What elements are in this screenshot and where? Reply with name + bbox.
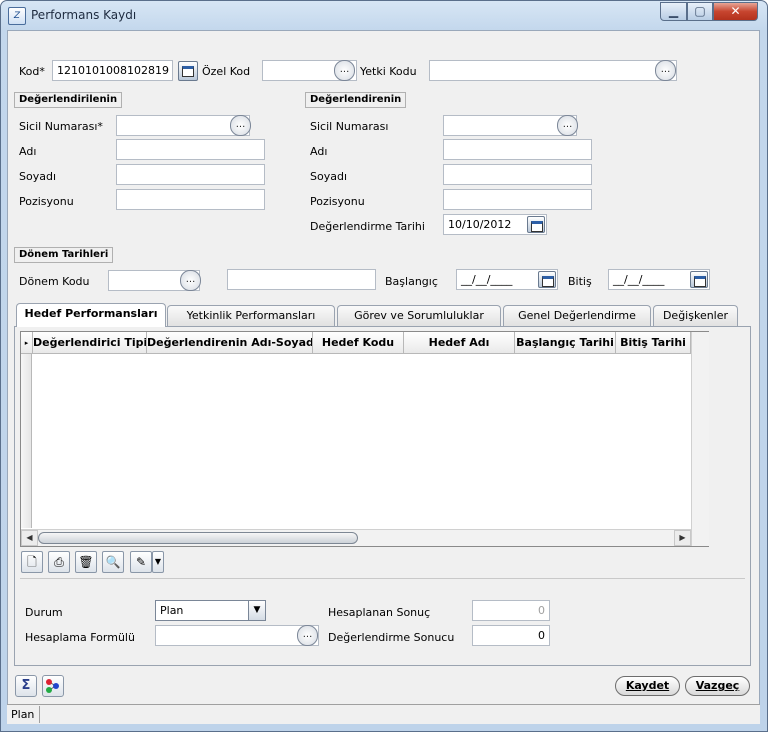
degerlendiren-pozisyon-field[interactable] [443,189,592,210]
yetki-kodu-field[interactable] [429,60,677,81]
degerlendirilen-pozisyon-label: Pozisyonu [19,195,74,208]
ozel-kod-label: Özel Kod [202,65,251,78]
result-section [20,578,745,660]
baslangic-calendar-icon[interactable] [538,271,556,288]
degerlendirilen-soyadi-label: Soyadı [19,170,57,183]
sonuc-field[interactable]: 0 [472,625,550,646]
scroll-right-icon[interactable]: ▶ [674,530,691,546]
vazgec-label: Vazgeç [695,679,740,692]
app-icon: Z [8,7,26,25]
column-header[interactable]: Değerlendirici Tipi [33,332,147,354]
degerlendiren-adi-label: Adı [310,145,328,158]
bitis-calendar-icon[interactable] [690,271,708,288]
share-icon[interactable] [42,675,64,697]
degerlendirilen-soyadi-field[interactable] [116,164,265,185]
sigma-icon[interactable]: Σ [15,675,37,697]
tab-degiskenler[interactable]: Değişkenler [653,305,738,326]
durum-selected-value: Plan [160,604,184,617]
durum-label: Durum [25,606,63,619]
degerlendirilen-title: Değerlendirilenin [14,92,123,108]
formul-label: Hesaplama Formülü [25,631,135,644]
grid-vertical-gutter [691,332,709,546]
clapper-icon[interactable] [178,61,198,81]
degerlendiren-title: Değerlendirenin [305,92,407,108]
degerlendirilen-pozisyon-field[interactable] [116,189,265,210]
column-header[interactable]: Değerlendirenin Adı-Soyadı [147,332,313,354]
hesaplanan-label: Hesaplanan Sonuç [328,606,431,619]
donem-kodu-label: Dönem Kodu [19,275,90,288]
durum-select[interactable]: Plan ▼ [155,600,266,621]
scroll-thumb[interactable] [38,532,358,544]
row-header-column [21,332,32,528]
baslangic-label: Başlangıç [385,275,438,288]
calendar-icon[interactable] [527,216,545,233]
tab-gorev-sorumluluklar[interactable]: Görev ve Sorumluluklar [337,305,501,326]
column-header[interactable]: Hedef Adı [404,332,515,354]
donem-kodu-lookup-button[interactable]: ... [180,270,201,291]
column-header[interactable]: Bitiş Tarihi [616,332,691,354]
minimize-button[interactable]: ▁ [660,2,687,21]
hesaplanan-field: 0 [472,600,550,621]
close-button[interactable]: ✕ [713,2,758,21]
kod-label: Kod* [19,65,45,78]
title-bar[interactable]: Z Performans Kaydı ▁ ▢ ✕ [1,1,767,31]
tab-hedef-performanslari[interactable]: Hedef Performansları [16,303,166,327]
preview-icon[interactable]: 🔍 [102,551,124,573]
tab-genel-degerlendirme[interactable]: Genel Değerlendirme [503,305,651,326]
window-title: Performans Kaydı [31,8,137,22]
kaydet-label: Kaydet [625,679,670,692]
chevron-down-icon[interactable]: ▼ [152,551,164,573]
column-header[interactable]: Hedef Kodu [313,332,404,354]
sonuc-label: Değerlendirme Sonucu [328,631,455,644]
scroll-left-icon[interactable]: ◀ [21,530,38,546]
tab-yetkinlik-performanslari[interactable]: Yetkinlik Performansları [167,305,335,326]
degerlendiren-adi-field[interactable] [443,139,592,160]
kaydet-button[interactable]: Kaydet [615,676,680,696]
new-document-icon[interactable]: 🗋 [21,551,43,573]
attach-icon[interactable]: ✎ [130,551,152,573]
chevron-down-icon[interactable]: ▼ [248,601,265,620]
degerlendirilen-sicil-lookup-button[interactable]: ... [230,115,251,136]
hedef-grid[interactable]: ▸ Değerlendirici Tipi Değerlendirenin Ad… [20,331,709,547]
maximize-button[interactable]: ▢ [687,2,713,21]
row-marker-icon: ▸ [21,332,33,354]
degerlendiren-sicil-lookup-button[interactable]: ... [557,115,578,136]
status-text: Plan [8,706,40,723]
bitis-label: Bitiş [568,275,592,288]
donem-aciklama-field[interactable] [227,269,376,290]
horizontal-scrollbar[interactable]: ◀ ▶ [21,529,691,546]
donem-title: Dönem Tarihleri [14,247,114,263]
ozel-kod-lookup-button[interactable]: ... [334,60,355,81]
degerlendiren-pozisyon-label: Pozisyonu [310,195,365,208]
status-bar: Plan [7,704,760,724]
yetki-kodu-label: Yetki Kodu [360,65,417,78]
kod-field[interactable]: 1210101008102819 [52,60,173,81]
degerlendirilen-sicil-label: Sicil Numarası* [19,120,103,133]
degerlendiren-soyadi-label: Soyadı [310,170,348,183]
trash-icon[interactable]: 🗑 [75,551,97,573]
degerlendirilen-adi-field[interactable] [116,139,265,160]
degerlendiren-sicil-label: Sicil Numarası [310,120,389,133]
vazgec-button[interactable]: Vazgeç [685,676,750,696]
yetki-kodu-lookup-button[interactable]: ... [655,60,676,81]
print-icon[interactable]: ⎙ [48,551,70,573]
degerlendirme-tarihi-label: Değerlendirme Tarihi [310,220,425,233]
column-header[interactable]: Başlangıç Tarihi [515,332,616,354]
formul-lookup-button[interactable]: ... [297,625,318,646]
degerlendiren-soyadi-field[interactable] [443,164,592,185]
degerlendirilen-adi-label: Adı [19,145,37,158]
formul-field[interactable] [155,625,319,646]
